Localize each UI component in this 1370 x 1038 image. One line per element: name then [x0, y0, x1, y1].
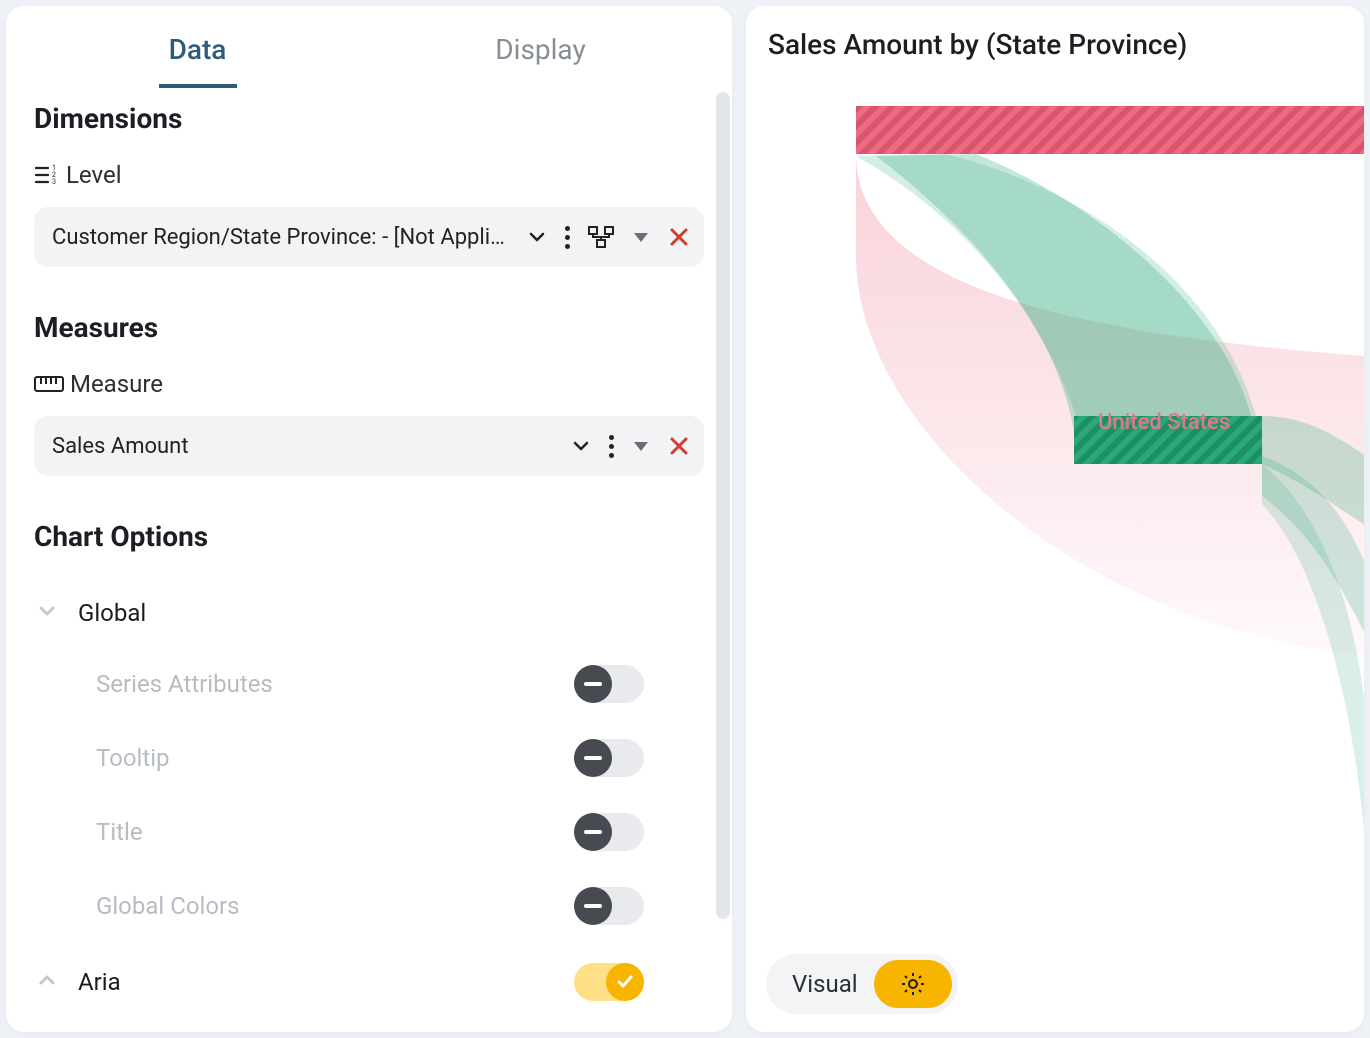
level-label-row: 1 2 3 Level: [34, 161, 722, 189]
sankey-chart: [746, 96, 1364, 956]
toggle-global-colors[interactable]: [574, 887, 644, 925]
chevron-up-icon: [34, 970, 60, 994]
measure-label: Measure: [70, 370, 163, 398]
measure-pill[interactable]: Sales Amount: [34, 416, 704, 476]
gear-icon: [900, 971, 926, 997]
remove-icon[interactable]: [668, 435, 690, 457]
visual-mode-pill: Visual: [766, 954, 958, 1014]
dropdown-triangle-icon[interactable]: [632, 230, 650, 244]
option-title: Title: [34, 795, 684, 869]
toggle-series-attributes[interactable]: [574, 665, 644, 703]
option-label: Title: [96, 818, 143, 846]
measure-value: Sales Amount: [52, 434, 571, 459]
option-group-label: Global: [78, 599, 146, 627]
option-group-label: Aria: [78, 968, 121, 996]
scrollbar[interactable]: [716, 92, 730, 919]
option-label: Tooltip: [96, 744, 170, 772]
measure-label-row: Measure: [34, 370, 722, 398]
level-value: Customer Region/State Province: - [Not A…: [52, 225, 527, 250]
measure-icon: [34, 374, 64, 394]
tab-data[interactable]: Data: [26, 33, 369, 66]
option-global-colors: Global Colors: [34, 869, 684, 943]
sankey-node-top: [856, 106, 1364, 154]
chevron-down-icon[interactable]: [527, 227, 547, 247]
chart-panel: Sales Amount by (State Province): [746, 6, 1364, 1032]
tab-display[interactable]: Display: [369, 33, 712, 66]
option-tooltip: Tooltip: [34, 721, 684, 795]
chevron-down-icon: [34, 601, 60, 625]
kebab-icon[interactable]: [609, 435, 614, 458]
config-panel: Data Display Dimensions 1 2 3 Level: [6, 6, 732, 1032]
sankey-node-label-united-states: United States: [1098, 410, 1230, 435]
chart-options-heading: Chart Options: [34, 520, 722, 553]
toggle-aria[interactable]: [574, 963, 644, 1001]
option-label: Series Attributes: [96, 670, 273, 698]
option-series-attributes: Series Attributes: [34, 647, 684, 721]
config-scroll: Dimensions 1 2 3 Level Customer Region/S…: [6, 92, 732, 1032]
visual-settings-button[interactable]: [874, 960, 952, 1008]
toggle-tooltip[interactable]: [574, 739, 644, 777]
kebab-icon[interactable]: [565, 226, 570, 249]
visual-mode-label: Visual: [792, 970, 858, 998]
measures-heading: Measures: [34, 311, 722, 344]
tab-bar: Data Display: [6, 6, 732, 92]
option-group-global[interactable]: Global: [34, 579, 722, 647]
option-label: Global Colors: [96, 892, 240, 920]
dropdown-triangle-icon[interactable]: [632, 439, 650, 453]
chevron-down-icon[interactable]: [571, 436, 591, 456]
level-pill[interactable]: Customer Region/State Province: - [Not A…: [34, 207, 704, 267]
chart-title: Sales Amount by (State Province): [746, 6, 1364, 61]
level-label: Level: [66, 161, 122, 189]
option-group-aria[interactable]: Aria: [34, 943, 684, 1021]
svg-text:3: 3: [52, 178, 56, 186]
dimensions-heading: Dimensions: [34, 102, 722, 135]
toggle-title[interactable]: [574, 813, 644, 851]
hierarchy-icon[interactable]: [588, 226, 614, 248]
level-icon: 1 2 3: [34, 163, 60, 187]
remove-icon[interactable]: [668, 226, 690, 248]
